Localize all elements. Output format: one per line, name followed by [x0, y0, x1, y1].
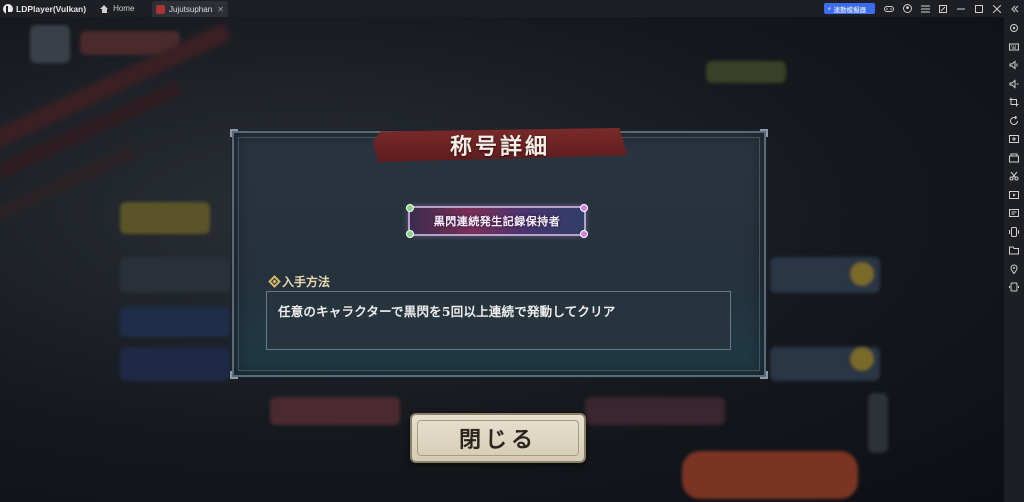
background-element: [120, 257, 230, 293]
multi-instance-icon[interactable]: [1004, 149, 1024, 168]
location-icon[interactable]: [1004, 260, 1024, 279]
background-element: [270, 397, 400, 425]
side-toolbar: [1004, 17, 1024, 502]
background-element: [30, 25, 70, 63]
background-element: [850, 262, 874, 286]
collapse-sidebar-icon[interactable]: [1006, 0, 1024, 17]
background-element: [682, 451, 858, 499]
corner-ornament: [230, 129, 238, 137]
tab-game-label: Jujutsuphan...: [169, 4, 213, 14]
sync-button[interactable]: ⚡ 連動模擬器: [824, 3, 875, 14]
corner-ornament: [760, 371, 768, 379]
keyboard-icon[interactable]: [1004, 38, 1024, 57]
gem-icon: [406, 204, 414, 212]
rotate-icon[interactable]: [1004, 112, 1024, 131]
record-icon[interactable]: [1004, 186, 1024, 205]
acquisition-description-box: 任意のキャラクターで黒閃を5回以上連続で発動してクリア: [266, 291, 731, 350]
tab-game[interactable]: Jujutsuphan... ✕: [152, 1, 228, 17]
corner-ornament: [760, 129, 768, 137]
background-element: [868, 393, 888, 453]
volume-up-icon[interactable]: [1004, 56, 1024, 75]
acquisition-section-label: 入手方法: [268, 273, 331, 290]
restore-window-icon[interactable]: [934, 0, 952, 17]
account-icon[interactable]: [898, 0, 916, 17]
home-icon: [100, 4, 109, 13]
title-badge-text: 黒閃連続発生記録保持者: [433, 215, 561, 228]
acquisition-description: 任意のキャラクターで黒閃を5回以上連続で発動してクリア: [278, 304, 616, 319]
close-button[interactable]: 閉じる: [410, 413, 586, 463]
corner-ornament: [230, 371, 238, 379]
lightning-icon: ⚡: [827, 4, 832, 13]
folder-icon[interactable]: [1004, 241, 1024, 260]
background-element: [850, 347, 874, 371]
maximize-icon[interactable]: [970, 0, 988, 17]
app-logo: LDPlayer(Vulkan): [0, 0, 86, 17]
background-element: [120, 347, 230, 381]
gem-icon: [580, 230, 588, 238]
tab-home[interactable]: Home: [94, 0, 140, 17]
emulator-window: LDPlayer(Vulkan) Home Jujutsuphan... ✕ ⚡…: [0, 0, 1024, 502]
dialog-title: 称号詳細: [449, 134, 550, 160]
diamond-icon: [268, 275, 281, 288]
background-element: [706, 61, 786, 83]
shake-icon[interactable]: [1004, 223, 1024, 242]
tab-home-label: Home: [113, 4, 135, 13]
screenshot-crop-icon[interactable]: [1004, 93, 1024, 112]
gem-icon: [406, 230, 414, 238]
scissors-icon[interactable]: [1004, 167, 1024, 186]
background-element: [120, 202, 210, 234]
add-apk-icon[interactable]: [1004, 130, 1024, 149]
volume-down-icon[interactable]: [1004, 75, 1024, 94]
sync-operation-icon[interactable]: [1004, 278, 1024, 297]
ldplayer-logo-icon: [3, 3, 13, 14]
menu-icon[interactable]: [916, 0, 934, 17]
gem-icon: [580, 204, 588, 212]
settings-icon[interactable]: [1004, 19, 1024, 38]
close-tab-icon[interactable]: ✕: [217, 5, 224, 14]
close-window-icon[interactable]: [988, 0, 1006, 17]
background-element: [120, 307, 230, 337]
acquisition-label-text: 入手方法: [282, 275, 331, 289]
sync-button-label: 連動模擬器: [833, 5, 867, 14]
app-title: LDPlayer(Vulkan): [16, 3, 87, 14]
window-controls: [880, 0, 1024, 17]
minimize-icon[interactable]: [952, 0, 970, 17]
game-app-icon: [156, 4, 165, 14]
macro-icon[interactable]: [1004, 204, 1024, 223]
background-element: [585, 397, 725, 425]
title-bar: LDPlayer(Vulkan) Home Jujutsuphan... ✕ ⚡…: [0, 0, 1024, 17]
title-badge: 黒閃連続発生記録保持者: [406, 204, 588, 238]
close-button-label: 閉じる: [458, 427, 537, 453]
gamepad-icon[interactable]: [880, 0, 898, 17]
